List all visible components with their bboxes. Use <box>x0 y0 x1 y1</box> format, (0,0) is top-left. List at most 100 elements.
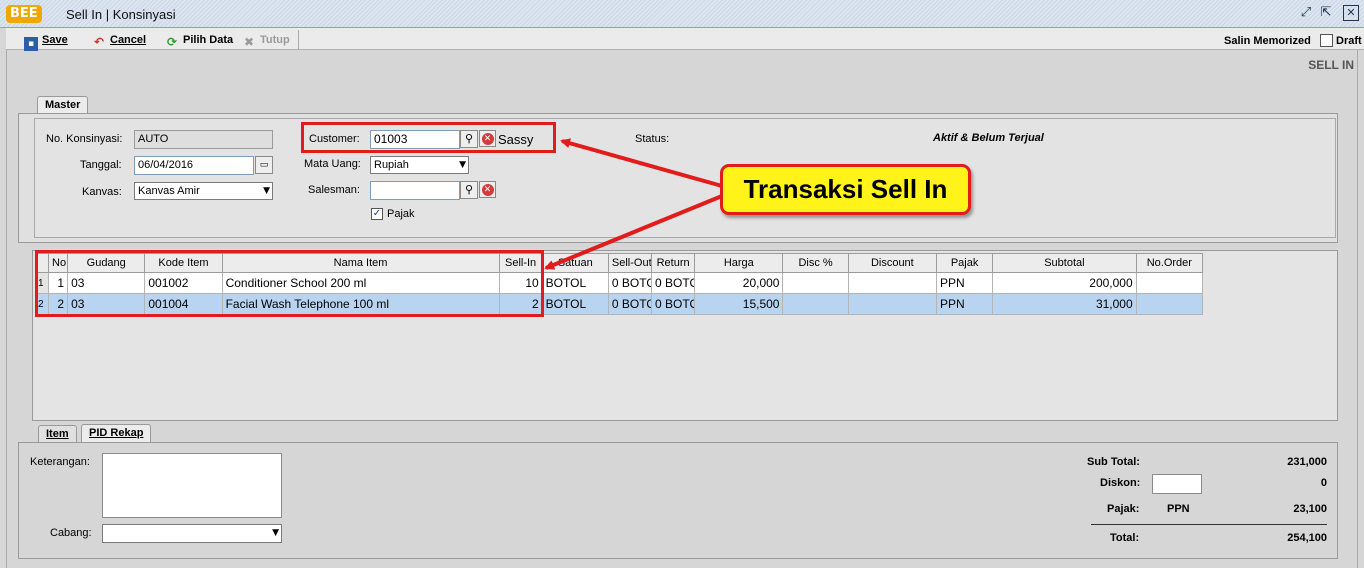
salesman-search-icon[interactable]: ⚲ <box>460 181 478 199</box>
title-bar <box>0 0 1364 28</box>
row-header[interactable]: 2 <box>35 293 50 315</box>
cell-kode-item[interactable]: 001002 <box>144 272 223 294</box>
col-return[interactable]: Return <box>651 253 696 273</box>
col-sell-out[interactable]: Sell-Out <box>607 253 653 273</box>
kanvas-select[interactable]: Kanvas Amir ▼ <box>134 182 273 200</box>
cell-sell-out[interactable]: 0 BOTOL <box>607 272 653 294</box>
table-row[interactable]: 2 2 03 001004 Facial Wash Telephone 100 … <box>35 293 1204 315</box>
pilih-data-button[interactable]: ⟳ Pilih Data <box>165 32 233 49</box>
restore-icon[interactable]: ⤢ <box>1298 5 1314 21</box>
cell-harga[interactable]: 20,000 <box>694 272 784 294</box>
close-icon[interactable]: ✕ <box>1343 5 1359 21</box>
total-label: Total: <box>1110 532 1140 544</box>
bee-logo: BEE <box>6 5 42 23</box>
row-header[interactable]: 1 <box>35 272 50 294</box>
no-konsinyasi-label: No. Konsinyasi: <box>46 133 123 145</box>
cell-no-order[interactable] <box>1135 272 1204 294</box>
cancel-button[interactable]: ↶ Cancel <box>92 32 146 49</box>
callout-label: Transaksi Sell In <box>720 164 971 215</box>
salesman-field[interactable] <box>370 181 460 200</box>
tab-master[interactable]: Master <box>37 96 89 114</box>
col-harga[interactable]: Harga <box>694 253 784 273</box>
cell-no[interactable]: 2 <box>48 293 69 315</box>
cell-discount[interactable] <box>847 293 937 315</box>
col-pajak[interactable]: Pajak <box>935 253 994 273</box>
col-subtotal[interactable]: Subtotal <box>992 253 1137 273</box>
cell-gudang[interactable]: 03 <box>67 272 146 294</box>
status-value: Aktif & Belum Terjual <box>933 132 1044 144</box>
cell-nama-item[interactable]: Conditioner School 200 ml <box>221 272 500 294</box>
col-nama-item[interactable]: Nama Item <box>221 253 500 273</box>
col-kode-item[interactable]: Kode Item <box>144 253 223 273</box>
cell-subtotal[interactable]: 200,000 <box>992 272 1137 294</box>
cell-satuan[interactable]: BOTOL <box>541 293 609 315</box>
undo-icon: ↶ <box>93 35 105 49</box>
cell-sell-in[interactable]: 2 <box>498 293 543 315</box>
mata-uang-select[interactable]: Rupiah ▼ <box>370 156 469 174</box>
close-x-icon: ✖ <box>243 35 255 49</box>
no-konsinyasi-field[interactable]: AUTO <box>134 130 273 149</box>
cell-subtotal[interactable]: 31,000 <box>992 293 1137 315</box>
draft-label: Draft <box>1336 35 1362 47</box>
col-sell-in[interactable]: Sell-In <box>498 253 543 273</box>
customer-search-icon[interactable]: ⚲ <box>460 130 478 148</box>
cell-return[interactable]: 0 BOTOL <box>651 272 696 294</box>
totals-divider <box>1091 524 1327 525</box>
row-header-corner <box>35 253 50 273</box>
salesman-clear-icon[interactable]: ✕ <box>479 181 496 198</box>
cell-satuan[interactable]: BOTOL <box>541 272 609 294</box>
cell-harga[interactable]: 15,500 <box>694 293 784 315</box>
cell-kode-item[interactable]: 001004 <box>144 293 223 315</box>
keterangan-label: Keterangan: <box>30 456 90 468</box>
mata-uang-label: Mata Uang: <box>304 158 361 170</box>
refresh-icon: ⟳ <box>166 35 178 49</box>
customer-label: Customer: <box>309 133 360 145</box>
kanvas-label: Kanvas: <box>82 186 122 198</box>
keterangan-textarea[interactable] <box>102 453 282 518</box>
col-discount[interactable]: Discount <box>847 253 937 273</box>
tanggal-field[interactable]: 06/04/2016 <box>134 156 254 175</box>
pajak-checkbox[interactable]: ✓ <box>371 208 383 220</box>
cell-sell-in[interactable]: 10 <box>498 272 543 294</box>
table-row[interactable]: 1 1 03 001002 Conditioner School 200 ml … <box>35 272 1204 294</box>
col-gudang[interactable]: Gudang <box>67 253 146 273</box>
cell-no-order[interactable] <box>1135 293 1204 315</box>
maximize-icon[interactable]: ⇱ <box>1318 5 1334 21</box>
sub-total-value: 231,000 <box>1287 456 1327 468</box>
col-no[interactable]: No <box>48 253 69 273</box>
cell-pajak[interactable]: PPN <box>935 293 994 315</box>
cell-sell-out[interactable]: 0 BOTOL <box>607 293 653 315</box>
col-satuan[interactable]: Satuan <box>541 253 609 273</box>
floppy-icon: ▪ <box>24 37 38 51</box>
toolbar-divider <box>298 30 299 49</box>
cell-no[interactable]: 1 <box>48 272 69 294</box>
cell-disc-pct[interactable] <box>782 272 849 294</box>
col-disc-pct[interactable]: Disc % <box>782 253 849 273</box>
col-no-order[interactable]: No.Order <box>1135 253 1204 273</box>
cell-gudang[interactable]: 03 <box>67 293 146 315</box>
cell-nama-item[interactable]: Facial Wash Telephone 100 ml <box>221 293 500 315</box>
cell-disc-pct[interactable] <box>782 293 849 315</box>
chevron-down-icon: ▼ <box>272 528 279 538</box>
save-button[interactable]: ▪ Save <box>24 32 68 51</box>
total-value: 254,100 <box>1287 532 1327 544</box>
chevron-down-icon: ▼ <box>459 160 466 170</box>
salin-memorized-button[interactable]: Salin Memorized <box>1224 33 1311 49</box>
cabang-select[interactable]: ▼ <box>102 524 282 543</box>
tab-item[interactable]: Item <box>38 425 77 443</box>
window-title: Sell In | Konsinyasi <box>66 7 176 22</box>
pajak-type: PPN <box>1167 503 1190 515</box>
pajak-total-label: Pajak: <box>1107 503 1140 515</box>
draft-checkbox[interactable] <box>1320 34 1333 47</box>
cell-pajak[interactable]: PPN <box>935 272 994 294</box>
cell-return[interactable]: 0 BOTOL <box>651 293 696 315</box>
cabang-label: Cabang: <box>50 527 92 539</box>
sub-total-label: Sub Total: <box>1087 456 1140 468</box>
tab-pid-rekap[interactable]: PID Rekap <box>81 424 152 442</box>
cell-discount[interactable] <box>847 272 937 294</box>
diskon-input[interactable] <box>1152 474 1202 494</box>
calendar-icon[interactable]: ▭ <box>255 156 273 174</box>
tutup-button[interactable]: ✖ Tutup <box>242 32 290 49</box>
customer-clear-icon[interactable]: ✕ <box>479 130 496 147</box>
customer-code-field[interactable]: 01003 <box>370 130 460 149</box>
